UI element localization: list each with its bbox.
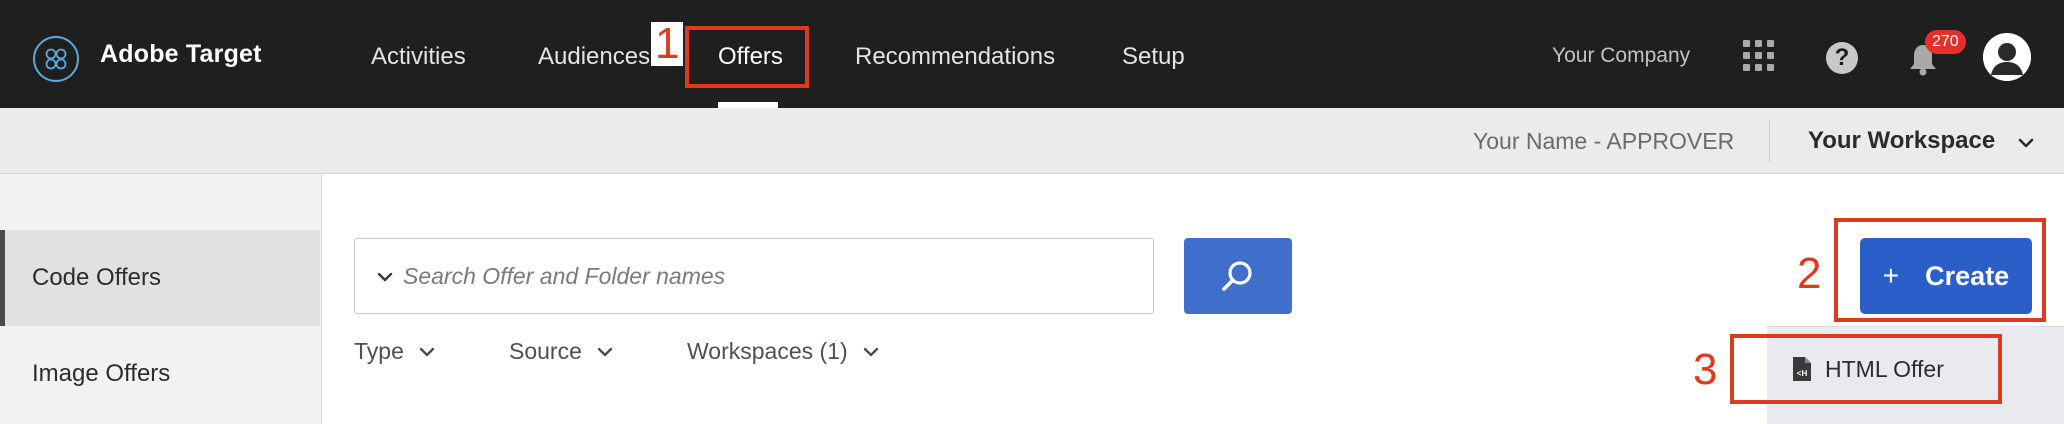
- filter-workspaces[interactable]: Workspaces (1): [687, 338, 880, 365]
- plus-icon: +: [1882, 260, 1900, 291]
- app-title[interactable]: Adobe Target: [100, 40, 262, 69]
- chevron-down-icon: [419, 347, 435, 356]
- filter-label: Source: [509, 338, 582, 364]
- menu-item-label: HTML Offer: [1825, 355, 1944, 382]
- filter-label: Type: [354, 338, 404, 364]
- sidebar-item-image-offers[interactable]: Image Offers: [0, 326, 320, 422]
- chevron-down-icon: [863, 347, 878, 356]
- apps-grid-icon[interactable]: [1743, 40, 1775, 72]
- company-name[interactable]: Your Company: [1552, 44, 1690, 68]
- create-label: Create: [1925, 260, 2010, 291]
- help-icon[interactable]: ?: [1826, 42, 1858, 74]
- svg-text:<H: <H: [1797, 369, 1808, 378]
- divider: [1769, 120, 1770, 162]
- search-icon: [1222, 261, 1252, 291]
- top-nav-bar: Adobe Target Activities Audiences Offers…: [0, 0, 2064, 108]
- avatar-icon[interactable]: [1983, 33, 2031, 81]
- html-offer-icon: <H: [1793, 357, 1811, 381]
- sidebar-item-code-offers[interactable]: Code Offers: [0, 230, 320, 326]
- sidebar-item-label: Code Offers: [32, 264, 161, 291]
- chevron-down-icon[interactable]: [375, 267, 395, 287]
- notification-badge: 270: [1925, 30, 1966, 54]
- user-role: Your Name - APPROVER: [1473, 128, 1735, 154]
- search-field[interactable]: [354, 238, 1154, 314]
- nav-offers[interactable]: Offers: [718, 43, 783, 71]
- workspace-selector[interactable]: Your Workspace: [1808, 127, 1995, 155]
- search-button[interactable]: [1184, 238, 1292, 314]
- filter-label: Workspaces (1): [687, 338, 848, 364]
- nav-activities[interactable]: Activities: [371, 43, 466, 71]
- annotation-number-2: 2: [1797, 249, 1822, 298]
- nav-audiences[interactable]: Audiences: [538, 43, 650, 71]
- create-button[interactable]: + Create: [1860, 238, 2032, 314]
- nav-setup[interactable]: Setup: [1122, 43, 1185, 71]
- chevron-down-icon: [597, 347, 613, 356]
- annotation-number-1: 1: [651, 22, 684, 66]
- filter-type[interactable]: Type: [354, 338, 436, 365]
- annotation-number-3: 3: [1693, 345, 1718, 394]
- adobe-target-logo-icon[interactable]: [33, 36, 79, 82]
- offers-sidebar: Code Offers Image Offers: [0, 174, 322, 424]
- create-dropdown-menu: <H HTML Offer: [1767, 326, 2064, 424]
- workspace-bar: Your Name - APPROVER Your Workspace: [0, 108, 2064, 174]
- menu-item-html-offer[interactable]: <H HTML Offer: [1791, 347, 1944, 391]
- nav-recommendations[interactable]: Recommendations: [855, 43, 1055, 71]
- search-input[interactable]: [403, 257, 1133, 295]
- filter-source[interactable]: Source: [509, 338, 614, 365]
- sidebar-item-label: Image Offers: [32, 360, 171, 387]
- chevron-down-icon[interactable]: [2016, 133, 2036, 153]
